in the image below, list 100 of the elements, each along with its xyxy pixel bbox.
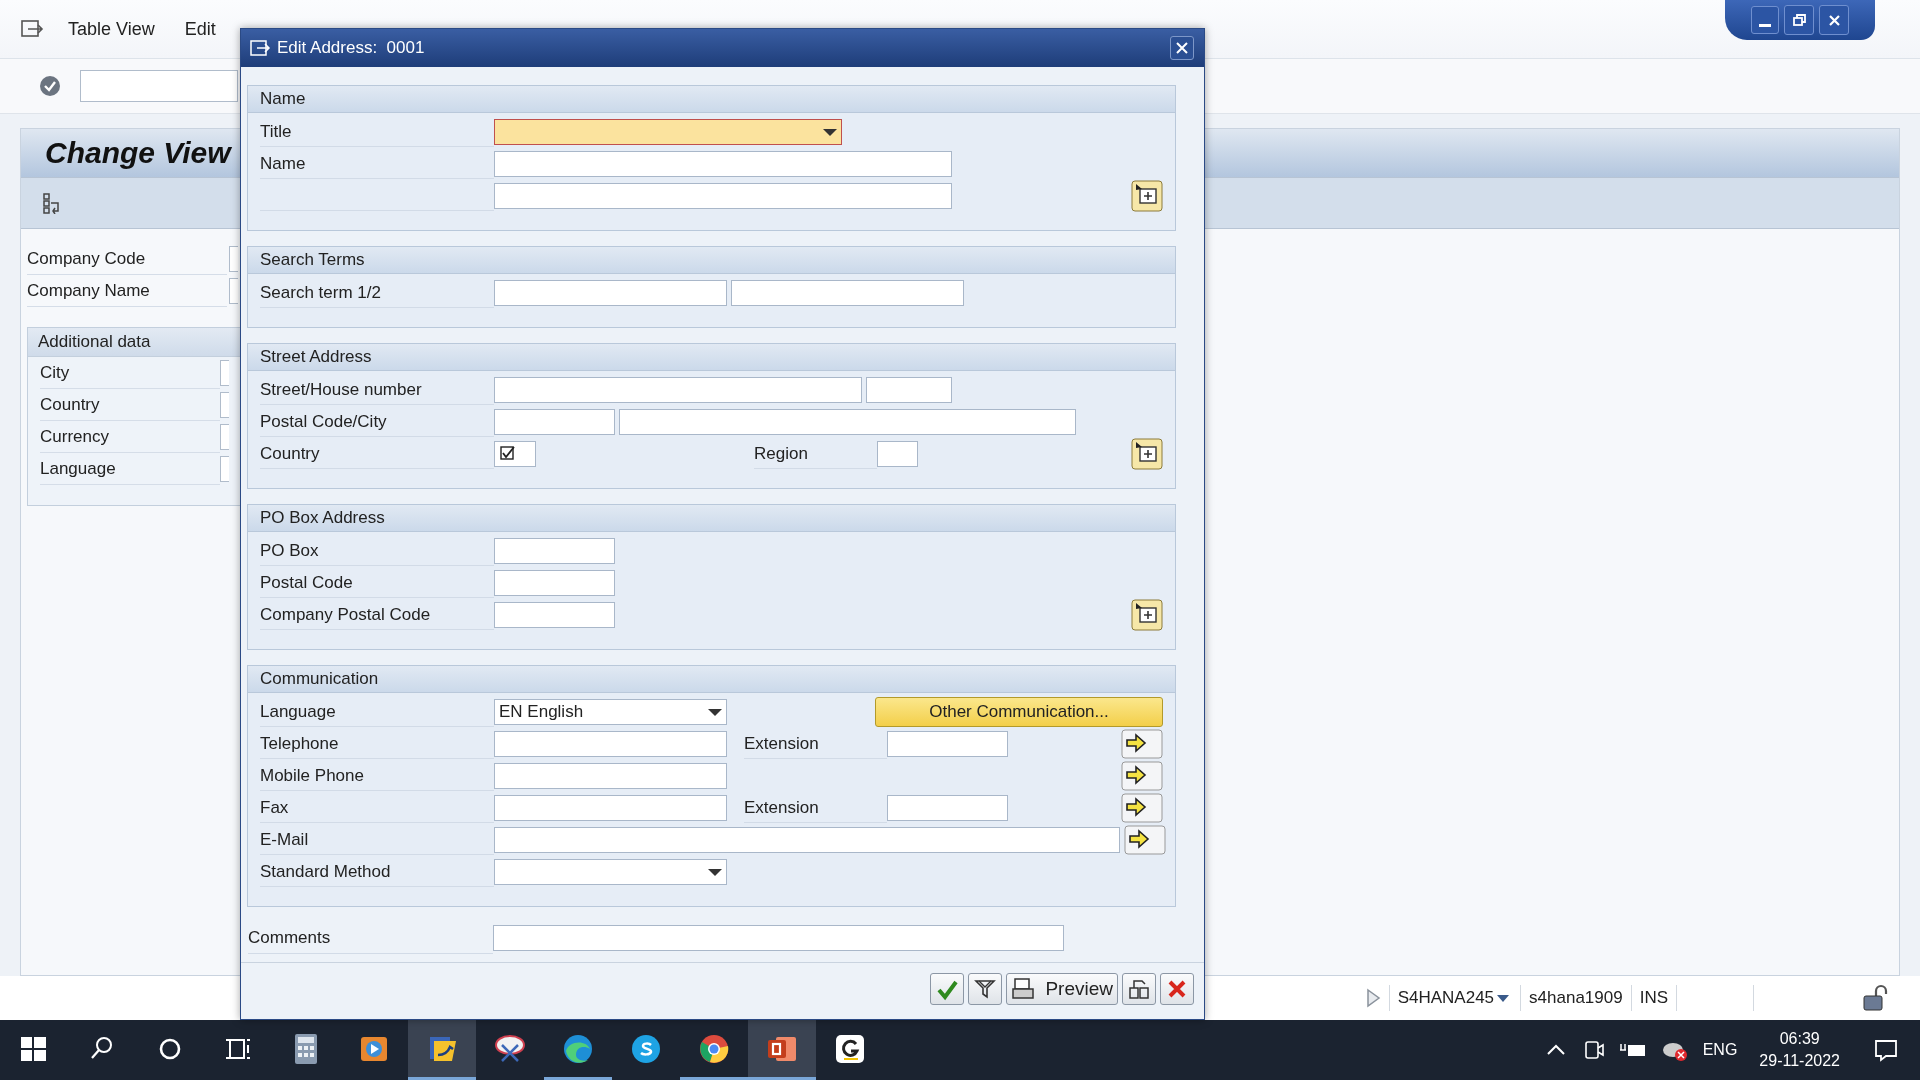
close-button[interactable] <box>1170 36 1194 60</box>
dropdown-field[interactable] <box>494 859 727 885</box>
checkmark-icon <box>499 445 517 463</box>
edit-icon <box>249 38 271 58</box>
field-label: Company Code <box>27 248 146 269</box>
field-label: Street/House number <box>260 379 422 400</box>
field-label: Postal Code/City <box>260 411 387 432</box>
lock-icon[interactable] <box>1862 984 1890 1012</box>
dropdown-field[interactable] <box>494 119 842 145</box>
input-field[interactable] <box>494 280 727 306</box>
taskbar-app[interactable] <box>408 1020 476 1080</box>
field-label: Language <box>40 458 116 479</box>
input-field[interactable] <box>494 731 727 757</box>
clock-date: 29-11-2022 <box>1759 1051 1840 1071</box>
menu-item[interactable]: Table View <box>68 18 155 40</box>
field-label: Language <box>260 701 336 722</box>
field-label: Standard Method <box>260 861 391 882</box>
copy-button[interactable] <box>1122 973 1156 1005</box>
input-field[interactable] <box>877 441 918 467</box>
menu-item[interactable]: Edit <box>184 18 216 40</box>
filter-icon <box>973 977 998 1001</box>
filter-button[interactable] <box>968 973 1003 1005</box>
group-title: Street Address <box>260 347 372 367</box>
close-button[interactable] <box>1819 5 1849 35</box>
field-label: Company Name <box>27 280 150 301</box>
checkbox[interactable] <box>494 441 536 467</box>
system-name: S4HANA245 <box>1397 988 1495 1008</box>
preview-button[interactable]: Preview <box>1006 973 1118 1005</box>
input-field[interactable] <box>887 795 1008 821</box>
field-label: City <box>40 362 70 383</box>
screen-title: Change View <box>45 136 231 170</box>
minimize-icon <box>1759 24 1771 27</box>
field-label: Extension <box>744 797 819 818</box>
input-field[interactable] <box>619 409 1076 435</box>
add-window-icon <box>1131 599 1163 631</box>
language-indicator[interactable]: ENG <box>1702 1041 1738 1059</box>
more-fields-button[interactable] <box>1131 438 1163 470</box>
input-field[interactable] <box>494 183 952 209</box>
play-icon[interactable] <box>1364 988 1381 1008</box>
field-label: Company Postal Code <box>260 604 431 625</box>
input-field[interactable] <box>220 424 229 450</box>
field-label: Title <box>260 121 292 142</box>
minimize-button[interactable] <box>1751 6 1779 34</box>
clock[interactable]: 06:39 29-11-2022 <box>1759 1028 1840 1072</box>
input-field[interactable] <box>494 763 727 789</box>
navigate-button[interactable] <box>1124 825 1166 855</box>
input-field[interactable] <box>494 827 1120 853</box>
input-field[interactable] <box>229 246 238 272</box>
input-field[interactable] <box>229 278 238 304</box>
group-title: Name <box>260 89 306 109</box>
more-fields-button[interactable] <box>1131 599 1163 631</box>
input-field[interactable] <box>220 360 229 386</box>
navigate-button[interactable] <box>1121 729 1163 759</box>
server-name: s4hana1909 <box>1529 988 1623 1008</box>
input-field[interactable] <box>887 731 1008 757</box>
input-mode: INS <box>1639 988 1668 1008</box>
field-label: Postal Code <box>260 572 353 593</box>
field-label: Region <box>754 443 808 464</box>
input-field[interactable] <box>866 377 952 403</box>
input-field[interactable] <box>220 456 229 482</box>
group-title: Additional data <box>38 332 151 352</box>
dropdown-value: EN English <box>499 702 584 722</box>
group-title: Communication <box>260 669 379 689</box>
navigate-button[interactable] <box>1121 793 1163 823</box>
field-label: Fax <box>260 797 289 818</box>
other-communication-button[interactable]: Other Communication... <box>875 697 1163 727</box>
dropdown-field[interactable]: EN English <box>494 699 727 725</box>
clock-time: 06:39 <box>1779 1029 1820 1049</box>
navigate-button[interactable] <box>1121 761 1163 791</box>
input-field[interactable] <box>494 151 952 177</box>
field-label: PO Box <box>260 540 319 561</box>
input-field[interactable] <box>494 409 615 435</box>
input-field[interactable] <box>494 795 727 821</box>
input-field[interactable] <box>494 538 615 564</box>
restore-button[interactable] <box>1784 5 1814 35</box>
field-label: Telephone <box>260 733 339 754</box>
confirm-button[interactable] <box>930 973 965 1005</box>
input-field[interactable] <box>493 925 1064 951</box>
input-field[interactable] <box>220 392 229 418</box>
group-title: Search Terms <box>260 250 365 270</box>
input-field[interactable] <box>494 570 615 596</box>
input-field[interactable] <box>731 280 964 306</box>
check-icon[interactable] <box>38 74 62 98</box>
menu-icon[interactable] <box>20 18 46 40</box>
field-label: Name <box>260 153 306 174</box>
field-label: Country <box>40 394 100 415</box>
close-icon <box>1826 12 1842 28</box>
field-label: Extension <box>744 733 819 754</box>
printer-icon <box>1011 977 1036 1001</box>
close-icon <box>1175 41 1189 55</box>
field-label: Mobile Phone <box>260 765 364 786</box>
command-field[interactable] <box>80 70 238 102</box>
field-label: Search term 1/2 <box>260 282 381 303</box>
input-field[interactable] <box>494 377 862 403</box>
field-label: Currency <box>40 426 109 447</box>
more-fields-button[interactable] <box>1131 180 1163 212</box>
cancel-button[interactable] <box>1160 973 1194 1005</box>
input-field[interactable] <box>494 602 615 628</box>
group-title: PO Box Address <box>260 508 385 528</box>
boxes-icon <box>1127 977 1151 1001</box>
